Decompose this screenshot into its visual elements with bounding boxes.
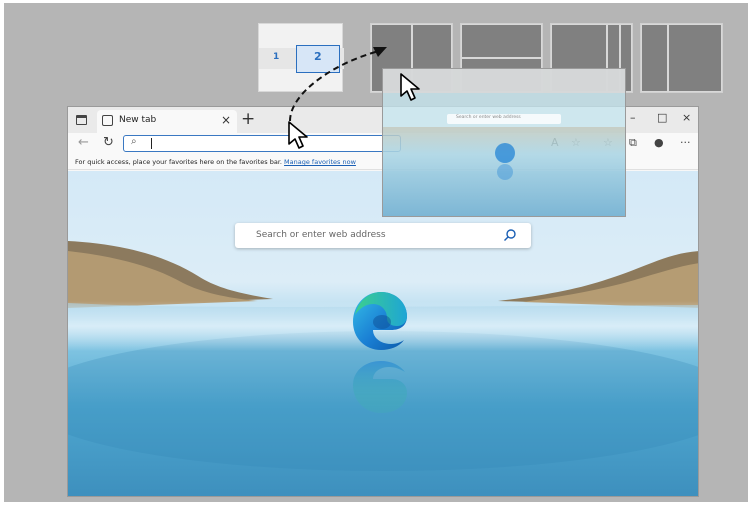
desktop: 1 2 New tab × + – □ × ← ↻ ⌕ ⧉ ● ··· For … (4, 3, 748, 502)
snap-layout-1[interactable]: 1 2 (258, 23, 344, 92)
search-icon[interactable] (503, 228, 517, 242)
preview-search-box: Search or enter web address (447, 114, 561, 124)
new-tab-page: Search or enter web address (68, 171, 698, 496)
address-bar[interactable]: ⌕ (123, 135, 401, 152)
close-window-button[interactable]: × (682, 111, 691, 124)
collections-icon[interactable]: ⧉ (629, 136, 637, 150)
tab-new-tab[interactable]: New tab × (97, 110, 237, 133)
refresh-icon[interactable]: ↻ (103, 135, 114, 150)
search-box[interactable]: Search or enter web address (235, 223, 531, 248)
new-tab-page-icon (102, 115, 113, 126)
tab-title: New tab (119, 115, 157, 125)
manage-favorites-link[interactable]: Manage favorites now (284, 158, 356, 166)
back-arrow-icon[interactable]: ← (78, 135, 89, 150)
search-icon: ⌕ (131, 136, 137, 147)
tab-actions-icon[interactable] (76, 115, 87, 125)
snap-zone[interactable] (641, 24, 668, 92)
snap-zone[interactable] (668, 24, 722, 92)
preview-search-placeholder: Search or enter web address (456, 115, 521, 120)
close-tab-icon[interactable]: × (221, 113, 231, 127)
snap-zone-2-label: 2 (314, 50, 322, 63)
snap-zone-1-label: 1 (273, 52, 280, 62)
more-options-icon[interactable]: ··· (680, 136, 691, 149)
profile-avatar-icon[interactable]: ● (654, 136, 664, 149)
search-placeholder: Search or enter web address (256, 230, 386, 240)
favorites-bar-message: For quick access, place your favorites h… (75, 158, 282, 166)
preview-edge-logo (495, 143, 515, 180)
maximize-button[interactable]: □ (657, 111, 667, 124)
mouse-cursor-icon (288, 121, 308, 149)
edge-logo-reflection (353, 361, 407, 413)
edge-logo (353, 292, 407, 350)
text-caret (151, 138, 152, 149)
new-tab-button[interactable]: + (241, 109, 255, 129)
snap-zone[interactable] (461, 24, 542, 58)
minimize-button[interactable]: – (630, 111, 636, 124)
snap-layout-5[interactable] (640, 23, 723, 93)
mouse-cursor-icon (400, 73, 420, 101)
